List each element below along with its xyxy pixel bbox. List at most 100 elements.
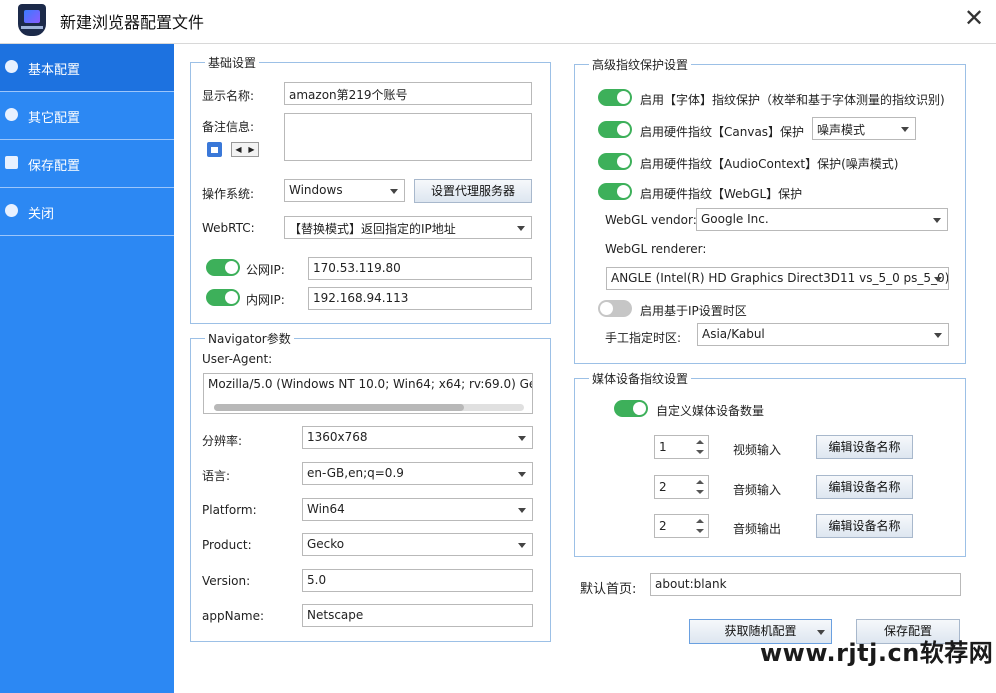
chevron-down-icon — [933, 218, 941, 223]
lan-ip-input[interactable]: 192.168.94.113 — [308, 287, 532, 310]
sidebar-item-label: 关闭 — [28, 207, 55, 222]
stepper-up-icon[interactable] — [696, 519, 704, 523]
sidebar-item-close[interactable]: 关闭 — [0, 188, 174, 236]
lan-ip-toggle[interactable] — [206, 289, 240, 306]
appname-label: appName: — [202, 609, 265, 623]
arrow-right-icon[interactable]: ▶ — [245, 143, 258, 156]
canvas-mode-value: 噪声模式 — [817, 123, 866, 137]
language-select[interactable]: en-GB,en;q=0.9 — [302, 462, 533, 485]
user-agent-scroll-thumb[interactable] — [214, 404, 464, 411]
audio-output-label: 音频输出 — [733, 522, 782, 536]
font-protect-label: 启用【字体】指纹保护（枚举和基于字体测量的指纹识别) — [640, 93, 945, 107]
webgl-renderer-label: WebGL renderer: — [605, 242, 707, 256]
audio-protect-label: 启用硬件指纹【AudioContext】保护(噪声模式) — [640, 157, 899, 171]
video-input-count: 1 — [659, 440, 667, 454]
title-bar: 新建浏览器配置文件 ✕ — [0, 0, 996, 44]
window-title: 新建浏览器配置文件 — [60, 13, 205, 32]
webgl-protect-label: 启用硬件指纹【WebGL】保护 — [640, 187, 803, 201]
lan-ip-label: 内网IP: — [246, 293, 285, 307]
tz-by-ip-label: 启用基于IP设置时区 — [640, 304, 747, 318]
edit-audio-input-names-button[interactable]: 编辑设备名称 — [816, 475, 913, 499]
sidebar-item-label: 保存配置 — [28, 159, 81, 174]
video-input-stepper[interactable]: 1 — [654, 435, 709, 459]
os-select-value: Windows — [289, 183, 343, 197]
edit-video-input-names-button[interactable]: 编辑设备名称 — [816, 435, 913, 459]
sidebar-item-label: 基本配置 — [28, 63, 81, 78]
chevron-down-icon — [934, 333, 942, 338]
user-agent-label: User-Agent: — [202, 352, 273, 366]
stepper-up-icon[interactable] — [696, 440, 704, 444]
stepper-down-icon[interactable] — [696, 490, 704, 494]
sidebar-item-other-config[interactable]: 其它配置 — [0, 92, 174, 140]
chevron-down-icon — [518, 508, 526, 513]
display-name-input[interactable]: amazon第219个账号 — [284, 82, 532, 105]
audio-protect-toggle[interactable] — [598, 153, 632, 170]
language-select-value: en-GB,en;q=0.9 — [307, 466, 404, 480]
product-select[interactable]: Gecko — [302, 533, 533, 556]
compass-icon — [5, 60, 18, 73]
edit-audio-output-names-button[interactable]: 编辑设备名称 — [816, 514, 913, 538]
arrow-nav-control[interactable]: ◀ ▶ — [231, 142, 259, 157]
canvas-protect-label: 启用硬件指纹【Canvas】保护 — [640, 125, 805, 139]
version-input[interactable]: 5.0 — [302, 569, 533, 592]
arrow-left-icon[interactable]: ◀ — [232, 143, 245, 156]
navigator-legend: Navigator参数 — [205, 330, 294, 347]
media-device-legend: 媒体设备指纹设置 — [589, 370, 692, 387]
close-circle-icon — [5, 204, 18, 217]
chrome-icon — [5, 108, 18, 121]
version-label: Version: — [202, 574, 251, 588]
notes-textarea[interactable] — [284, 113, 532, 161]
resolution-select-value: 1360x768 — [307, 430, 368, 444]
chevron-down-icon — [517, 226, 525, 231]
webrtc-label: WebRTC: — [202, 221, 255, 235]
webrtc-select-value: 【替换模式】返回指定的IP地址 — [289, 222, 456, 236]
canvas-mode-select[interactable]: 噪声模式 — [812, 117, 916, 140]
webgl-vendor-label: WebGL vendor: — [605, 213, 697, 227]
product-select-value: Gecko — [307, 537, 345, 551]
chevron-down-icon — [518, 436, 526, 441]
platform-select-value: Win64 — [307, 502, 345, 516]
audio-input-stepper[interactable]: 2 — [654, 475, 709, 499]
webgl-renderer-select[interactable]: ANGLE (Intel(R) HD Graphics Direct3D11 v… — [606, 267, 949, 290]
platform-label: Platform: — [202, 503, 257, 517]
audio-input-count: 2 — [659, 480, 667, 494]
stepper-up-icon[interactable] — [696, 480, 704, 484]
tz-by-ip-toggle[interactable] — [598, 300, 632, 317]
webgl-renderer-value: ANGLE (Intel(R) HD Graphics Direct3D11 v… — [611, 271, 949, 285]
custom-media-count-toggle[interactable] — [614, 400, 648, 417]
home-icon[interactable] — [207, 142, 222, 157]
close-icon[interactable]: ✕ — [960, 4, 988, 32]
sidebar-item-save-config[interactable]: 保存配置 — [0, 140, 174, 188]
platform-select[interactable]: Win64 — [302, 498, 533, 521]
chevron-down-icon — [390, 189, 398, 194]
manual-tz-select[interactable]: Asia/Kabul — [697, 323, 949, 346]
stepper-down-icon[interactable] — [696, 450, 704, 454]
audio-output-stepper[interactable]: 2 — [654, 514, 709, 538]
sidebar-item-label: 其它配置 — [28, 111, 81, 126]
webgl-protect-toggle[interactable] — [598, 183, 632, 200]
public-ip-input[interactable]: 170.53.119.80 — [308, 257, 532, 280]
user-agent-value: Mozilla/5.0 (Windows NT 10.0; Win64; x64… — [208, 377, 532, 391]
sidebar-item-basic-config[interactable]: 基本配置 — [0, 44, 174, 92]
audio-output-count: 2 — [659, 519, 667, 533]
stepper-down-icon[interactable] — [696, 529, 704, 533]
manual-tz-label: 手工指定时区: — [605, 331, 682, 345]
canvas-protect-toggle[interactable] — [598, 121, 632, 138]
advanced-fingerprint-legend: 高级指纹保护设置 — [589, 56, 692, 73]
webrtc-select[interactable]: 【替换模式】返回指定的IP地址 — [284, 216, 532, 239]
resolution-select[interactable]: 1360x768 — [302, 426, 533, 449]
proxy-settings-button[interactable]: 设置代理服务器 — [414, 179, 532, 203]
chevron-down-icon — [901, 127, 909, 132]
webgl-vendor-value: Google Inc. — [701, 212, 769, 226]
sidebar: 基本配置 其它配置 保存配置 关闭 — [0, 44, 174, 693]
os-select[interactable]: Windows — [284, 179, 405, 202]
custom-media-count-label: 自定义媒体设备数量 — [656, 404, 765, 418]
homepage-input[interactable]: about:blank — [650, 573, 961, 596]
product-label: Product: — [202, 538, 252, 552]
appname-input[interactable]: Netscape — [302, 604, 533, 627]
language-label: 语言: — [202, 469, 231, 483]
font-protect-toggle[interactable] — [598, 89, 632, 106]
public-ip-toggle[interactable] — [206, 259, 240, 276]
webgl-vendor-select[interactable]: Google Inc. — [696, 208, 948, 231]
chevron-down-icon — [934, 277, 942, 282]
